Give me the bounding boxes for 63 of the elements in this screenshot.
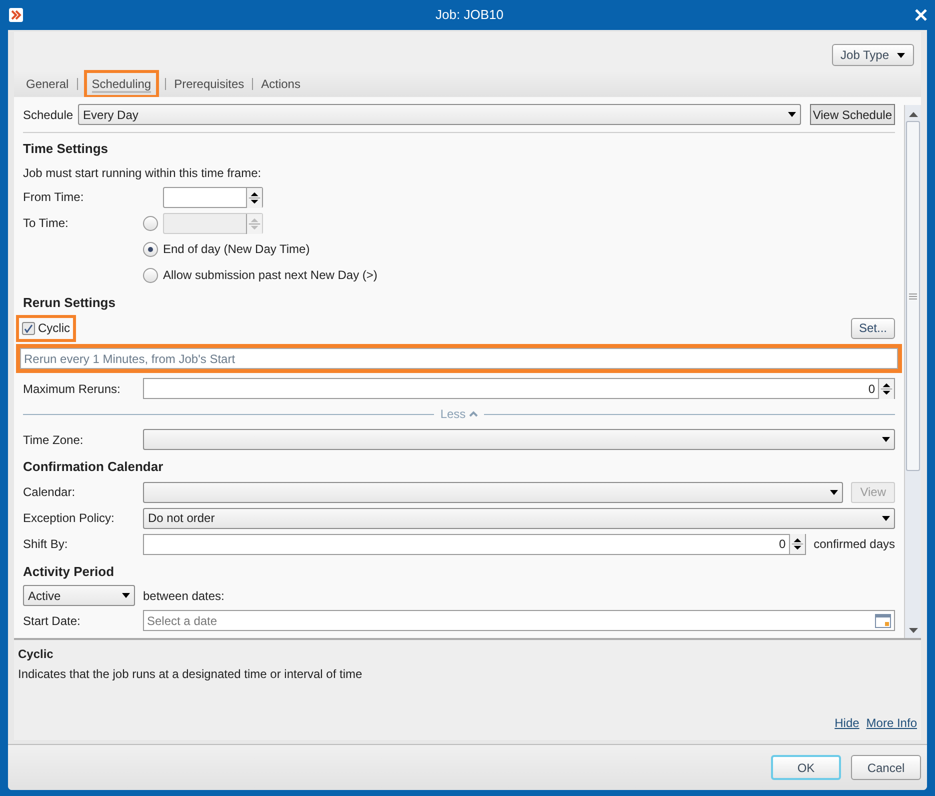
grip-icon: [909, 292, 917, 300]
dropdown-caret-icon: [122, 593, 130, 598]
field-label: Exception Policy:: [23, 510, 116, 527]
start-date-field[interactable]: Select a date: [143, 610, 895, 631]
radio-button[interactable]: [143, 242, 158, 256]
field-label: Shift By:: [23, 536, 69, 553]
schedule-dropdown[interactable]: Every Day: [78, 104, 801, 125]
field-label: To Time:: [23, 215, 70, 232]
field-label: between dates:: [143, 588, 224, 604]
field-label: Start Date:: [23, 612, 82, 630]
radio-button[interactable]: [143, 216, 158, 230]
window-title: Job: JOB10: [434, 6, 504, 24]
section-heading: Confirmation Calendar: [23, 458, 164, 476]
field-label: Schedule: [23, 106, 74, 124]
checkmark-icon: [24, 324, 33, 332]
cyclic-checkbox[interactable]: Cyclic: [16, 314, 76, 342]
time-zone-dropdown[interactable]: [143, 429, 895, 450]
field-suffix: confirmed days: [814, 536, 895, 553]
radio-button[interactable]: [143, 268, 158, 282]
from-time-field[interactable]: [163, 186, 263, 208]
section-heading: Time Settings: [23, 140, 110, 158]
section-heading: Activity Period: [23, 562, 116, 581]
dropdown-caret-icon: [882, 437, 890, 442]
radio-label: Allow submission past next New Day (>): [163, 267, 378, 284]
scroll-up-icon[interactable]: [908, 111, 918, 117]
instruction-text: Job must start running within this time frame:: [23, 164, 262, 182]
help-link[interactable]: Hide: [834, 714, 860, 732]
field-label: Time Zone:: [23, 432, 84, 448]
app-logo-icon: [8, 7, 24, 23]
ok-button[interactable]: OK: [771, 755, 841, 780]
spinner-icon[interactable]: [788, 534, 805, 554]
field-label: Maximum Reruns:: [23, 380, 122, 398]
set-button[interactable]: Set...: [850, 318, 895, 338]
radio-label: End of day (New Day Time): [163, 241, 310, 258]
cancel-button[interactable]: Cancel: [851, 755, 921, 780]
shift-by-field[interactable]: 0: [143, 534, 806, 554]
chevron-up-icon: [468, 411, 478, 417]
help-text: Indicates that the job runs at a designated time or interval of time: [18, 666, 364, 683]
max-reruns-field[interactable]: 0: [143, 378, 895, 399]
view-schedule-button[interactable]: View Schedule: [810, 104, 895, 125]
tab[interactable]: Prerequisites: [172, 73, 246, 95]
exception-policy-dropdown[interactable]: Do not order: [143, 508, 895, 528]
dropdown-caret-icon: [788, 112, 796, 117]
calendar-dropdown[interactable]: [143, 482, 844, 502]
calendar-icon[interactable]: [875, 614, 891, 628]
field-label: From Time:: [23, 189, 85, 206]
scroll-down-icon[interactable]: [908, 628, 918, 634]
tab[interactable]: Actions: [259, 73, 302, 95]
scrollbar[interactable]: [904, 105, 921, 638]
help-link[interactable]: More Info: [866, 714, 917, 732]
caret-icon: [897, 52, 905, 58]
help-title: Cyclic: [18, 646, 54, 663]
dropdown-caret-icon: [830, 490, 838, 494]
job-type-button[interactable]: Job Type: [832, 44, 914, 66]
rerun-summary-field: Rerun every 1 Minutes, from Job's Start: [16, 344, 902, 373]
spinner-icon[interactable]: [246, 188, 262, 208]
close-icon[interactable]: [915, 9, 927, 21]
tab[interactable]: General: [24, 73, 71, 95]
activity-mode-dropdown[interactable]: Active: [23, 585, 135, 606]
dropdown-caret-icon: [882, 516, 890, 520]
spinner-icon[interactable]: [878, 378, 894, 398]
section-heading: Rerun Settings: [23, 294, 116, 312]
field-label: Calendar:: [23, 484, 76, 501]
